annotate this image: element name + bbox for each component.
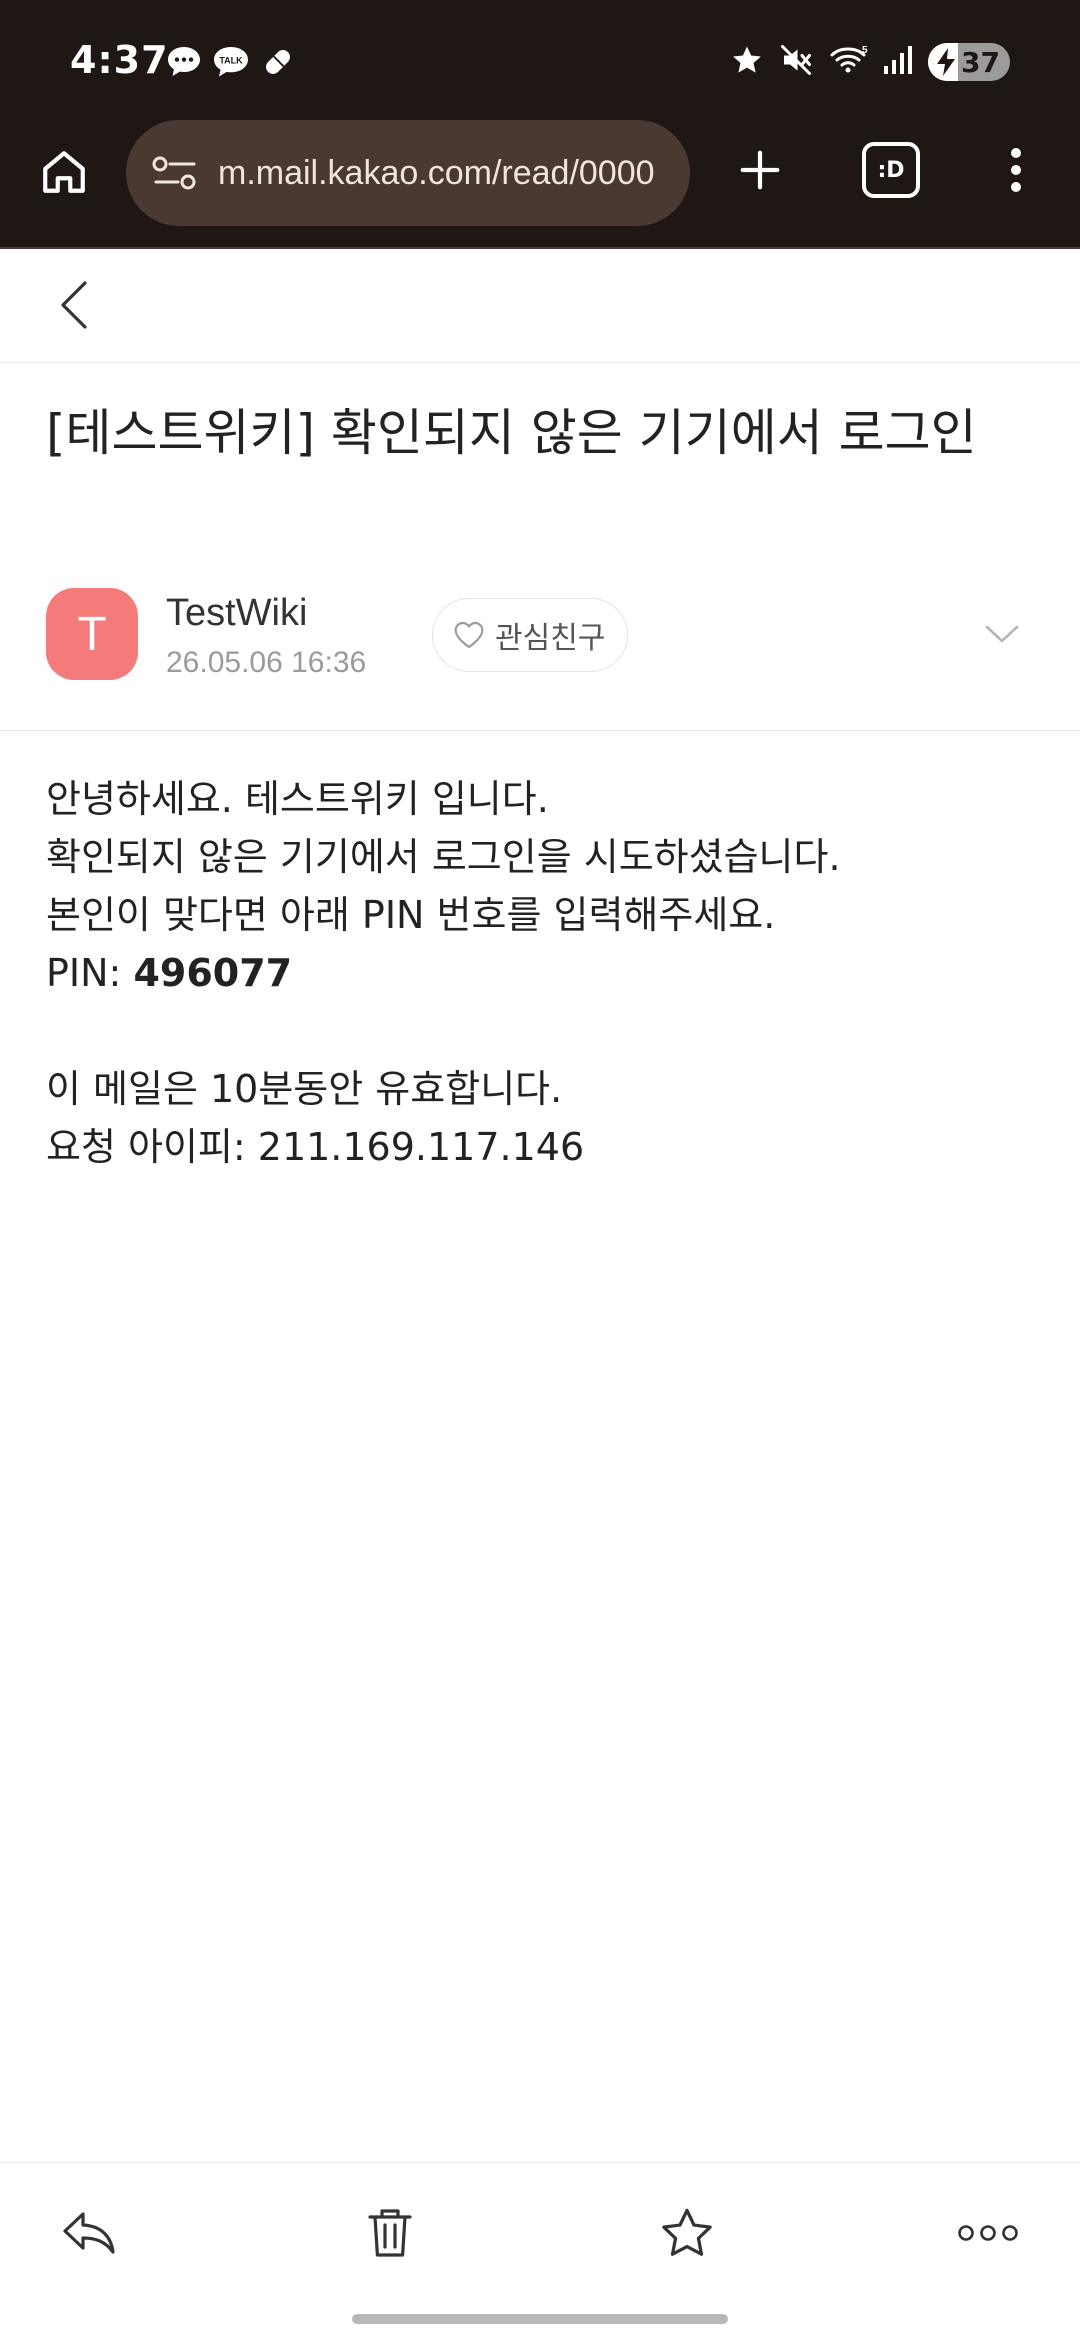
browser-chrome: 4:37 TALK 5 37 m.mail.kakao.com/read/000… bbox=[0, 0, 1080, 249]
star-icon bbox=[730, 43, 764, 81]
chevron-left-icon bbox=[61, 281, 87, 329]
new-tab-button[interactable] bbox=[730, 140, 790, 200]
battery-charging-icon: 37 bbox=[928, 43, 1010, 81]
mute-icon bbox=[778, 42, 814, 82]
sender-row: T TestWiki 26.05.06 16:36 관심친구 bbox=[46, 586, 1036, 682]
wifi-icon: 5 bbox=[828, 43, 868, 81]
favorite-friend-button[interactable]: 관심친구 bbox=[432, 598, 629, 672]
more-button[interactable] bbox=[956, 2201, 1020, 2265]
pin-label: PIN: bbox=[46, 951, 134, 995]
status-bar: 4:37 TALK 5 37 bbox=[0, 0, 1080, 120]
reply-button[interactable] bbox=[58, 2201, 122, 2265]
pill-icon bbox=[260, 44, 296, 84]
message-bubble-icon bbox=[166, 45, 202, 83]
star-outline-icon bbox=[662, 2208, 712, 2256]
svg-text:5: 5 bbox=[862, 45, 868, 56]
heart-icon bbox=[454, 621, 484, 649]
bottom-action-bar bbox=[0, 2162, 1080, 2292]
favorite-friend-label: 관심친구 bbox=[495, 621, 606, 656]
notification-icons: TALK bbox=[166, 44, 296, 84]
url-bar[interactable]: m.mail.kakao.com/read/0000 bbox=[126, 120, 690, 226]
body-line: 요청 아이피: 211.169.117.146 bbox=[46, 1125, 585, 1169]
system-icons: 5 37 bbox=[730, 42, 1010, 82]
back-button[interactable] bbox=[46, 277, 102, 333]
tab-switcher-label: :D bbox=[877, 157, 905, 183]
browser-menu-button[interactable] bbox=[996, 140, 1036, 200]
home-button[interactable] bbox=[32, 140, 96, 204]
delete-button[interactable] bbox=[358, 2201, 422, 2265]
star-button[interactable] bbox=[655, 2201, 719, 2265]
reply-icon bbox=[63, 2212, 115, 2254]
avatar-initial: T bbox=[77, 607, 107, 661]
body-line: 확인되지 않은 기기에서 로그인을 시도하셨습니다. bbox=[46, 835, 841, 879]
gesture-navigation-bar[interactable] bbox=[352, 2314, 728, 2324]
kakaotalk-icon: TALK bbox=[212, 45, 250, 83]
expand-details-button[interactable] bbox=[976, 608, 1028, 660]
status-time: 4:37 bbox=[70, 38, 169, 82]
body-line: 이 메일은 10분동안 유효합니다. bbox=[46, 1067, 563, 1111]
mail-subject: [테스트위키] 확인되지 않은 기기에서 로그인 bbox=[46, 404, 977, 462]
pin-line: PIN: 496077 bbox=[46, 944, 1036, 1002]
more-icon bbox=[958, 2225, 1018, 2241]
svg-text:TALK: TALK bbox=[219, 56, 243, 66]
mail-header-nav bbox=[0, 251, 1080, 363]
sender-name[interactable]: TestWiki bbox=[166, 592, 307, 635]
more-vertical-icon bbox=[1011, 148, 1021, 192]
home-icon bbox=[43, 151, 85, 193]
body-line: 본인이 맞다면 아래 PIN 번호를 입력해주세요. bbox=[46, 893, 776, 937]
trash-icon bbox=[368, 2209, 412, 2257]
url-text: m.mail.kakao.com/read/0000 bbox=[218, 153, 655, 192]
mail-date: 26.05.06 16:36 bbox=[166, 646, 367, 679]
divider bbox=[0, 730, 1080, 731]
chevron-down-icon bbox=[985, 625, 1019, 643]
plus-icon bbox=[740, 150, 780, 190]
charging-bolt-icon bbox=[934, 47, 958, 81]
site-settings-icon bbox=[152, 156, 196, 190]
browser-toolbar: m.mail.kakao.com/read/0000 :D bbox=[0, 120, 1080, 230]
signal-icon bbox=[882, 44, 914, 80]
battery-percent: 37 bbox=[961, 45, 1000, 79]
tab-switcher-button[interactable]: :D bbox=[862, 142, 920, 198]
mail-body: 안녕하세요. 테스트위키 입니다. 확인되지 않은 기기에서 로그인을 시도하셨… bbox=[46, 770, 1036, 1176]
body-line: 안녕하세요. 테스트위키 입니다. bbox=[46, 777, 549, 821]
pin-value: 496077 bbox=[133, 951, 293, 995]
avatar[interactable]: T bbox=[46, 588, 138, 680]
